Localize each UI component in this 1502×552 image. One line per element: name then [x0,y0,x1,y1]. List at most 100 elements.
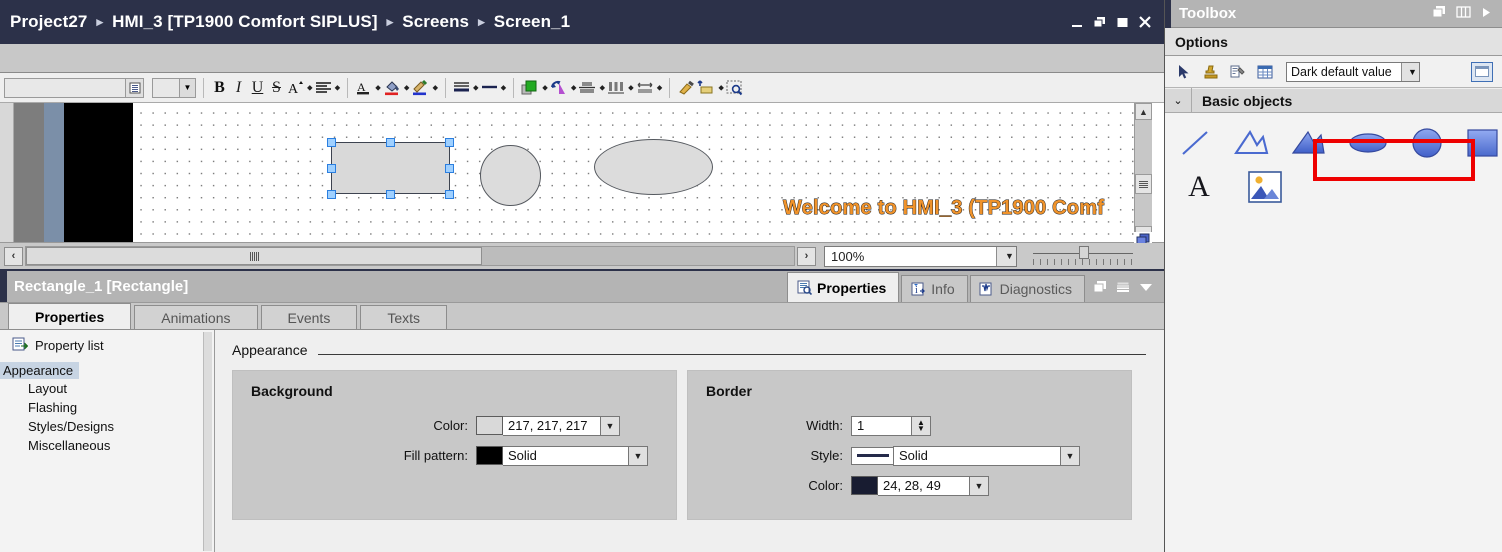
background-color-dropdown-icon[interactable]: ▼ [601,415,620,436]
close-icon[interactable] [1138,15,1152,29]
align-vertical-button[interactable] [578,77,596,99]
line-color-dropdown-icon[interactable]: ⬥ [432,83,438,92]
breadcrumb-screens[interactable]: Screens [402,12,469,32]
size-equal-dropdown-icon[interactable]: ⬥ [657,83,663,92]
property-styles-designs[interactable]: Styles/Designs [0,417,214,436]
subtab-animations[interactable]: Animations [134,305,258,329]
font-size-combo[interactable]: ▼ [152,77,196,98]
font-color-button[interactable]: A [355,77,372,99]
resize-handle-e[interactable] [445,164,454,173]
line-width-button[interactable] [481,77,498,99]
welcome-text[interactable]: Welcome to HMI_3 (TP1900 Comf [783,197,1105,220]
border-style-control[interactable]: Solid ▼ [851,445,1080,466]
scroll-right-icon[interactable]: › [797,246,816,266]
subtab-events[interactable]: Events [260,305,358,329]
border-color-swatch[interactable] [851,476,878,495]
align-text-button[interactable] [315,77,332,99]
fill-pattern-swatch[interactable] [476,446,503,465]
split-toolbox-icon[interactable] [1456,5,1471,22]
line-color-button[interactable] [411,77,429,99]
zoom-slider[interactable] [1033,246,1133,266]
cursor-icon[interactable] [1174,62,1194,82]
strikethrough-button[interactable]: S [268,77,285,99]
breadcrumb-screen1[interactable]: Screen_1 [494,12,570,32]
fill-pattern-control[interactable]: Solid ▼ [476,445,648,466]
chevron-down-icon[interactable]: ▼ [179,78,195,97]
tab-info[interactable]: i Info [901,275,968,302]
border-width-stepper[interactable]: ▲ ▼ [912,415,931,436]
toolbox-view-toggle-icon[interactable] [1471,61,1493,82]
property-miscellaneous[interactable]: Miscellaneous [0,436,214,455]
scroll-left-icon[interactable]: ‹ [4,246,23,266]
table-icon[interactable] [1255,62,1275,82]
format-painter-button[interactable] [677,77,695,99]
order-button[interactable] [521,77,539,99]
wrench-icon[interactable] [1228,62,1248,82]
fill-pattern-value[interactable]: Solid [503,445,629,466]
object-ellipse[interactable] [1346,124,1390,162]
object-line[interactable] [1177,124,1215,162]
breadcrumb-project[interactable]: Project27 [10,12,87,32]
tab-diagnostics[interactable]: Diagnostics [969,275,1085,302]
background-color-value[interactable]: 217, 217, 217 [503,415,601,436]
panel-menu-chevron-icon[interactable] [1138,281,1154,293]
chevron-down-icon[interactable]: ⌄ [1165,94,1191,107]
font-name-combo[interactable] [4,77,144,98]
font-list-icon[interactable] [125,78,143,97]
resize-handle-sw[interactable] [327,190,336,199]
float-toolbox-icon[interactable] [1432,5,1447,22]
rotate-button[interactable] [550,77,568,99]
chevron-down-icon[interactable]: ▼ [1401,62,1419,81]
hscroll-track[interactable] [25,246,795,266]
object-rectangle[interactable] [1464,124,1502,162]
distribute-button[interactable] [607,77,625,99]
chevron-down-icon[interactable]: ▼ [996,246,1016,266]
zoom-select-button[interactable] [726,77,744,99]
align-vertical-dropdown-icon[interactable]: ⬥ [599,83,605,92]
vscroll-thumb[interactable] [1135,174,1152,194]
resize-handle-s[interactable] [386,190,395,199]
border-width-control[interactable]: 1 ▲ ▼ [851,415,931,436]
theme-combo[interactable]: Dark default value ▼ [1286,61,1420,82]
border-style-button[interactable] [453,77,470,99]
object-text-field[interactable]: A [1177,168,1221,206]
object-polyline[interactable] [1233,124,1271,162]
property-appearance[interactable]: Appearance [0,362,214,379]
font-size-dropdown-icon[interactable]: ⬥ [307,83,313,92]
border-color-control[interactable]: 24, 28, 49 ▼ [851,475,989,496]
object-circle[interactable] [1408,124,1446,162]
fill-color-dropdown-icon[interactable]: ⬥ [404,83,410,92]
hscroll-thumb[interactable] [26,247,482,265]
canvas-vertical-scrollbar[interactable]: ▲ ▼ [1134,103,1152,243]
border-style-dropdown-icon[interactable]: ⬥ [473,83,479,92]
zoom-slider-knob[interactable] [1079,246,1089,259]
border-color-dropdown-icon[interactable]: ▼ [970,475,989,496]
subtab-properties[interactable]: Properties [8,303,132,329]
fill-color-button[interactable] [383,77,401,99]
border-style-value[interactable]: Solid [893,445,1061,466]
maximize-icon[interactable] [1116,16,1129,29]
basic-objects-group-header[interactable]: ⌄ Basic objects [1165,88,1502,113]
resize-handle-n[interactable] [386,138,395,147]
background-color-control[interactable]: 217, 217, 217 ▼ [476,415,620,436]
circle-shape[interactable] [480,145,541,206]
distribute-dropdown-icon[interactable]: ⬥ [628,83,634,92]
subtab-texts[interactable]: Texts [360,305,448,329]
bold-button[interactable]: B [211,77,228,99]
resize-handle-se[interactable] [445,190,454,199]
object-graphic-view[interactable] [1243,168,1287,206]
property-flashing[interactable]: Flashing [0,398,214,417]
line-width-dropdown-icon[interactable]: ⬥ [501,83,507,92]
property-layout[interactable]: Layout [0,379,214,398]
align-dropdown-icon[interactable]: ⬥ [335,83,341,92]
stamp-icon[interactable] [1201,62,1221,82]
order-dropdown-icon[interactable]: ⬥ [542,83,548,92]
fill-pattern-dropdown-icon[interactable]: ▼ [629,445,648,466]
size-equal-button[interactable] [636,77,654,99]
italic-button[interactable]: I [230,77,247,99]
breadcrumb-device[interactable]: HMI_3 [TP1900 Comfort SIPLUS] [112,12,378,32]
maximize-panel-icon[interactable] [1116,280,1130,294]
border-color-value[interactable]: 24, 28, 49 [878,475,970,496]
font-color-dropdown-icon[interactable]: ⬥ [375,83,381,92]
rotate-dropdown-icon[interactable]: ⬥ [571,83,577,92]
